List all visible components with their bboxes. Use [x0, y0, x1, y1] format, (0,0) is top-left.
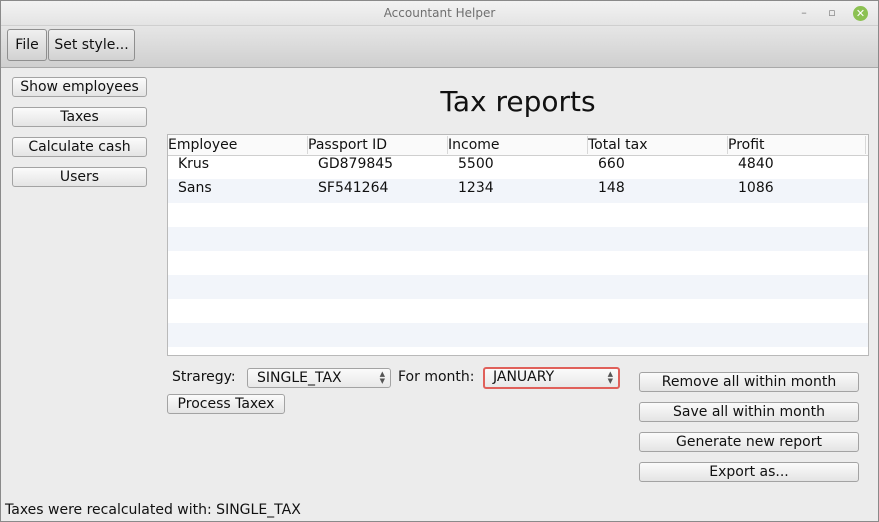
process-taxes-button[interactable]: Process Taxex: [167, 394, 285, 414]
cell-profit: 1086: [738, 180, 774, 196]
empty-row: [168, 323, 868, 347]
column-header-passport-id[interactable]: Passport ID: [308, 136, 448, 154]
page-title: Tax reports: [440, 85, 596, 118]
users-button[interactable]: Users: [12, 167, 147, 187]
calculate-cash-button[interactable]: Calculate cash: [12, 137, 147, 157]
select-arrows-icon: ▲ ▼: [607, 370, 613, 385]
cell-passport-id: SF541264: [318, 180, 389, 196]
cell-total-tax: 148: [598, 180, 625, 196]
status-bar-text: Taxes were recalculated with: SINGLE_TAX: [5, 502, 301, 518]
empty-row: [168, 227, 868, 251]
month-label: For month:: [398, 369, 475, 385]
close-icon[interactable]: ✕: [853, 6, 868, 21]
empty-row: [168, 275, 868, 299]
toolbar: File Set style...: [1, 26, 878, 68]
column-header-profit[interactable]: Profit: [728, 136, 866, 154]
cell-income: 1234: [458, 180, 494, 196]
cell-passport-id: GD879845: [318, 156, 394, 172]
column-header-employee[interactable]: Employee: [168, 136, 308, 154]
app-window: Accountant Helper – ▫ ✕ File Set style..…: [0, 0, 879, 522]
strategy-label: Straregy:: [172, 369, 236, 385]
empty-row: [168, 203, 868, 227]
tax-report-table[interactable]: Employee Passport ID Income Total tax Pr…: [167, 134, 869, 356]
column-header-total-tax[interactable]: Total tax: [588, 136, 728, 154]
export-as-button[interactable]: Export as...: [639, 462, 859, 482]
empty-row: [168, 251, 868, 275]
maximize-icon[interactable]: ▫: [824, 5, 840, 21]
cell-income: 5500: [458, 156, 494, 172]
cell-employee: Krus: [178, 156, 210, 172]
window-title: Accountant Helper: [383, 6, 496, 20]
minimize-icon[interactable]: –: [796, 5, 812, 21]
save-all-within-month-button[interactable]: Save all within month: [639, 402, 859, 422]
remove-all-within-month-button[interactable]: Remove all within month: [639, 372, 859, 392]
empty-row: [168, 299, 868, 323]
table-row[interactable]: Sans SF541264 1234 148 1086: [168, 179, 868, 203]
cell-profit: 4840: [738, 156, 774, 172]
column-header-income[interactable]: Income: [448, 136, 588, 154]
title-bar: Accountant Helper – ▫ ✕: [1, 1, 878, 26]
taxes-button[interactable]: Taxes: [12, 107, 147, 127]
select-arrows-icon: ▲ ▼: [379, 370, 385, 385]
table-row[interactable]: Krus GD879845 5500 660 4840: [168, 155, 868, 179]
table-header: Employee Passport ID Income Total tax Pr…: [168, 135, 868, 156]
set-style-button[interactable]: Set style...: [48, 29, 135, 61]
strategy-select[interactable]: SINGLE_TAX ▲ ▼: [247, 368, 391, 388]
show-employees-button[interactable]: Show employees: [12, 77, 147, 97]
month-select-value: JANUARY: [493, 369, 555, 385]
file-menu-button[interactable]: File: [7, 29, 47, 61]
cell-total-tax: 660: [598, 156, 625, 172]
generate-new-report-button[interactable]: Generate new report: [639, 432, 859, 452]
month-select[interactable]: JANUARY ▲ ▼: [483, 367, 620, 389]
strategy-select-value: SINGLE_TAX: [257, 370, 342, 386]
cell-employee: Sans: [178, 180, 212, 196]
